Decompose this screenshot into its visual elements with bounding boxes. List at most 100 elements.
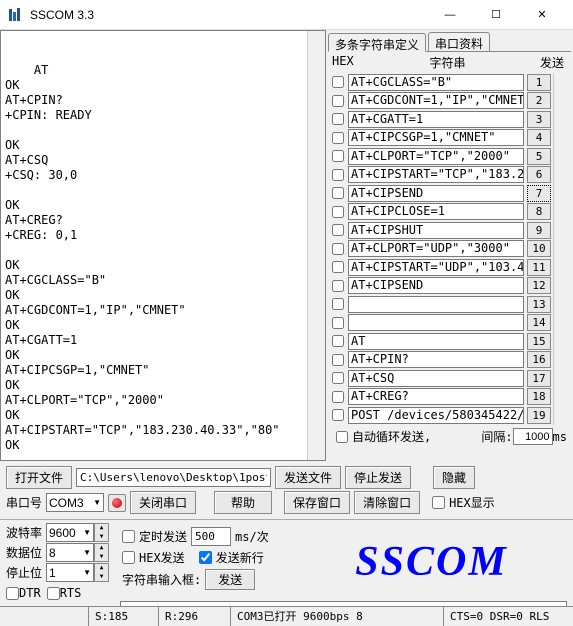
newline-checkbox[interactable]: [199, 551, 212, 564]
tab-serial-info[interactable]: 串口资料: [428, 32, 490, 51]
cmd-input[interactable]: AT+CPIN?: [348, 351, 524, 368]
stop-send-button[interactable]: 停止发送: [345, 466, 411, 489]
hex-row-checkbox[interactable]: [332, 372, 344, 384]
brand-area: SSCOM: [296, 522, 567, 601]
save-window-button[interactable]: 保存窗口: [284, 491, 350, 514]
rts-checkbox[interactable]: [47, 587, 60, 600]
send-row-button[interactable]: 17: [527, 370, 551, 387]
cmd-input[interactable]: AT+CIPSTART="TCP","183.230.: [348, 166, 524, 183]
grid-row: AT+CIPCLOSE=18: [328, 203, 571, 222]
hex-row-checkbox[interactable]: [332, 113, 344, 125]
baud-spin[interactable]: ▲▼: [94, 523, 109, 542]
hex-row-checkbox[interactable]: [332, 169, 344, 181]
grid-row: AT+CSQ17: [328, 369, 571, 388]
status-port: COM3已打开 9600bps 8: [230, 607, 443, 626]
cmd-input[interactable]: AT+CIPSHUT: [348, 222, 524, 239]
cmd-input[interactable]: AT+CREG?: [348, 388, 524, 405]
cmd-input[interactable]: AT+CIPSTART="UDP","103.44.1: [348, 259, 524, 276]
cmd-input[interactable]: AT+CIPCSGP=1,"CMNET": [348, 129, 524, 146]
record-button[interactable]: [108, 494, 126, 512]
help-button[interactable]: 帮助: [214, 491, 272, 514]
send-row-button[interactable]: 14: [527, 314, 551, 331]
send-row-button[interactable]: 7: [527, 185, 551, 202]
hex-row-checkbox[interactable]: [332, 317, 344, 329]
header-send: 发送: [537, 54, 567, 71]
hex-row-checkbox[interactable]: [332, 95, 344, 107]
send-row-button[interactable]: 4: [527, 129, 551, 146]
hex-row-checkbox[interactable]: [332, 409, 344, 421]
send-row-button[interactable]: 12: [527, 277, 551, 294]
cmd-input[interactable]: AT+CGATT=1: [348, 111, 524, 128]
send-row-button[interactable]: 11: [527, 259, 551, 276]
send-row-button[interactable]: 19: [527, 407, 551, 424]
hex-row-checkbox[interactable]: [332, 150, 344, 162]
data-spin[interactable]: ▲▼: [94, 543, 109, 562]
cmd-input[interactable]: AT+CLPORT="TCP","2000": [348, 148, 524, 165]
cmd-input[interactable]: AT+CIPSEND: [348, 277, 524, 294]
hex-row-checkbox[interactable]: [332, 391, 344, 403]
timer-send-checkbox[interactable]: [122, 530, 135, 543]
grid-row: 13: [328, 295, 571, 314]
send-row-button[interactable]: 9: [527, 222, 551, 239]
maximize-button[interactable]: ☐: [473, 0, 519, 30]
minimize-button[interactable]: —: [427, 0, 473, 30]
send-row-button[interactable]: 8: [527, 203, 551, 220]
hex-send-checkbox[interactable]: [122, 551, 135, 564]
timer-interval-input[interactable]: [191, 527, 231, 546]
send-row-button[interactable]: 10: [527, 240, 551, 257]
send-row-button[interactable]: 2: [527, 92, 551, 109]
port-label: 串口号: [6, 494, 42, 511]
send-row-button[interactable]: 6: [527, 166, 551, 183]
hex-row-checkbox[interactable]: [332, 206, 344, 218]
hex-row-checkbox[interactable]: [332, 132, 344, 144]
cmd-input[interactable]: AT+CGCLASS="B": [348, 74, 524, 91]
grid-row: AT+CREG?18: [328, 388, 571, 407]
interval-input[interactable]: [513, 428, 553, 445]
grid-row: AT15: [328, 332, 571, 351]
clear-window-button[interactable]: 清除窗口: [354, 491, 420, 514]
hex-row-checkbox[interactable]: [332, 187, 344, 199]
send-row-button[interactable]: 1: [527, 74, 551, 91]
cmd-input[interactable]: [348, 296, 524, 313]
cmd-input[interactable]: AT+CSQ: [348, 370, 524, 387]
hex-row-checkbox[interactable]: [332, 243, 344, 255]
hex-row-checkbox[interactable]: [332, 298, 344, 310]
baud-combo[interactable]: 9600▼: [46, 523, 94, 542]
cmd-input[interactable]: [348, 314, 524, 331]
hex-row-checkbox[interactable]: [332, 224, 344, 236]
tab-multi-string[interactable]: 多条字符串定义: [328, 33, 426, 52]
open-file-button[interactable]: 打开文件: [6, 466, 72, 489]
send-row-button[interactable]: 3: [527, 111, 551, 128]
send-file-button[interactable]: 发送文件: [275, 466, 341, 489]
cmd-input[interactable]: POST /devices/580345422/dat: [348, 407, 524, 424]
stop-bits-combo[interactable]: 1▼: [46, 563, 94, 582]
hex-row-checkbox[interactable]: [332, 280, 344, 292]
cmd-input[interactable]: AT+CIPSEND: [348, 185, 524, 202]
close-button[interactable]: ✕: [519, 0, 565, 30]
hex-display-checkbox[interactable]: [432, 496, 445, 509]
hex-row-checkbox[interactable]: [332, 335, 344, 347]
close-port-button[interactable]: 关闭串口: [130, 491, 196, 514]
scroll-down-icon[interactable]: ▼: [317, 443, 322, 458]
send-row-button[interactable]: 16: [527, 351, 551, 368]
hex-row-checkbox[interactable]: [332, 261, 344, 273]
scroll-up-icon[interactable]: ▲: [317, 33, 322, 48]
send-row-button[interactable]: 13: [527, 296, 551, 313]
auto-loop-checkbox[interactable]: [336, 431, 348, 443]
send-row-button[interactable]: 15: [527, 333, 551, 350]
cmd-input[interactable]: AT+CIPCLOSE=1: [348, 203, 524, 220]
cmd-input[interactable]: AT+CGDCONT=1,"IP","CMNET": [348, 92, 524, 109]
cmd-input[interactable]: AT+CLPORT="UDP","3000": [348, 240, 524, 257]
data-bits-combo[interactable]: 8▼: [46, 543, 94, 562]
hex-row-checkbox[interactable]: [332, 354, 344, 366]
hex-row-checkbox[interactable]: [332, 76, 344, 88]
send-row-button[interactable]: 5: [527, 148, 551, 165]
send-button[interactable]: 发送: [205, 569, 255, 590]
dtr-checkbox[interactable]: [6, 587, 19, 600]
cmd-input[interactable]: AT: [348, 333, 524, 350]
stop-spin[interactable]: ▲▼: [94, 563, 109, 582]
port-combo[interactable]: COM3▼: [46, 493, 104, 512]
send-row-button[interactable]: 18: [527, 388, 551, 405]
file-path-input[interactable]: [76, 468, 271, 487]
hide-button[interactable]: 隐藏: [433, 466, 475, 489]
